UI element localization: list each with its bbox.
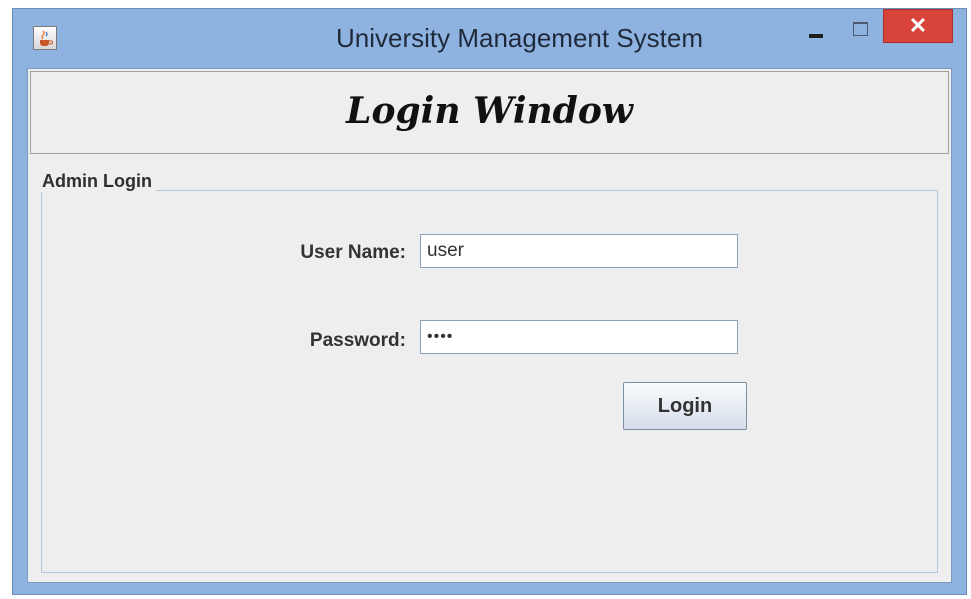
app-window: University Management System ✕ Login Win…: [12, 8, 967, 595]
title-bar[interactable]: University Management System ✕: [13, 9, 966, 67]
client-area: Login Window Admin Login User Name: user…: [27, 68, 952, 583]
minimize-icon: [809, 34, 823, 38]
password-field[interactable]: ••••: [420, 320, 738, 354]
close-icon: ✕: [908, 13, 928, 38]
password-label: Password:: [309, 330, 406, 351]
username-field[interactable]: user: [420, 234, 738, 268]
header-panel: Login Window: [30, 71, 949, 154]
close-button[interactable]: ✕: [883, 9, 953, 43]
maximize-icon: [853, 22, 868, 36]
admin-login-legend: Admin Login: [38, 171, 156, 192]
login-button[interactable]: Login: [623, 382, 747, 430]
username-label: User Name:: [300, 242, 406, 263]
minimize-button[interactable]: [799, 9, 833, 45]
maximize-button[interactable]: [843, 9, 877, 45]
login-window-heading: Login Window: [346, 90, 633, 132]
